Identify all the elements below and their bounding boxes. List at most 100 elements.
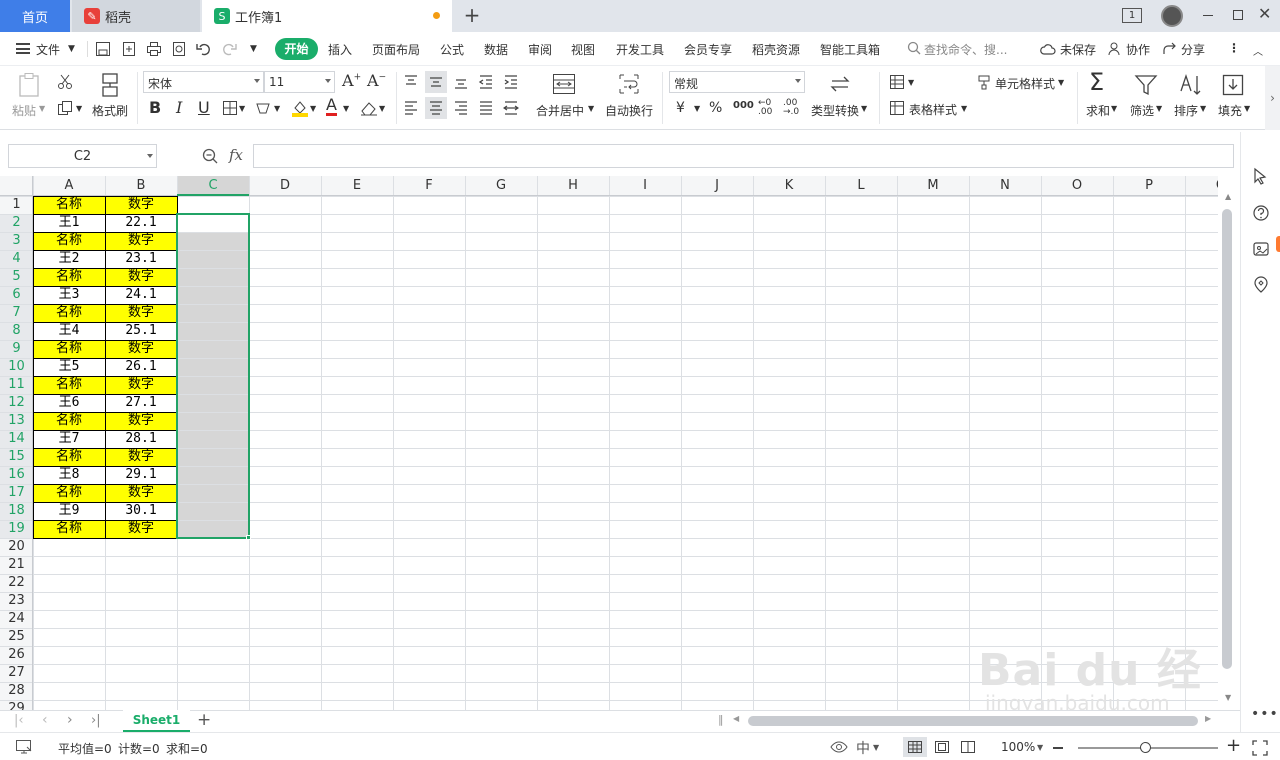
cell-b19[interactable]: 数字 — [105, 520, 177, 538]
column-header-g[interactable]: G — [465, 176, 537, 196]
border-icon[interactable] — [222, 100, 238, 116]
cell-a1[interactable]: 名称 — [33, 196, 105, 214]
cell-style-dropdown-icon[interactable]: ▼ — [1058, 78, 1064, 87]
column-header-n[interactable]: N — [969, 176, 1041, 196]
column-header-i[interactable]: I — [609, 176, 681, 196]
cell-a12[interactable]: 王6 — [33, 394, 105, 412]
cell-style-paint-icon[interactable] — [976, 74, 992, 90]
vertical-scroll-thumb[interactable] — [1222, 209, 1232, 669]
decrease-font-icon[interactable]: A− — [367, 71, 386, 90]
type-convert-button[interactable]: 类型转换 — [811, 102, 859, 119]
cell-a15[interactable]: 名称 — [33, 448, 105, 466]
column-header-q[interactable]: Q — [1185, 176, 1218, 196]
row-header-15[interactable]: 15 — [0, 448, 33, 466]
cell-a5[interactable]: 名称 — [33, 268, 105, 286]
merge-center-button[interactable]: 合并居中 — [536, 102, 584, 119]
row-header-10[interactable]: 10 — [0, 358, 33, 376]
more-dots-icon[interactable]: ••• — [1251, 706, 1279, 722]
format-painter-icon[interactable] — [99, 72, 121, 98]
insert-function-icon[interactable]: fx — [229, 146, 243, 164]
sum-dropdown-icon[interactable]: ▼ — [1111, 104, 1117, 113]
cell-b14[interactable]: 28.1 — [105, 430, 177, 448]
cell-a16[interactable]: 王8 — [33, 466, 105, 484]
print-icon[interactable] — [146, 41, 162, 57]
cell-a18[interactable]: 王9 — [33, 502, 105, 520]
scroll-down-icon[interactable]: ▼ — [1225, 693, 1231, 702]
cell-b12[interactable]: 27.1 — [105, 394, 177, 412]
decrease-decimal-icon[interactable]: .00 →.0 — [783, 99, 799, 117]
paste-icon[interactable] — [16, 72, 42, 98]
fill-handle[interactable] — [246, 535, 251, 540]
row-header-8[interactable]: 8 — [0, 322, 33, 340]
cell-a6[interactable]: 王3 — [33, 286, 105, 304]
column-header-f[interactable]: F — [393, 176, 465, 196]
border-dropdown-icon[interactable]: ▼ — [239, 104, 245, 113]
align-left-icon[interactable] — [403, 100, 419, 116]
normal-view-icon[interactable] — [907, 740, 923, 754]
column-header-m[interactable]: M — [897, 176, 969, 196]
collaborate-button[interactable]: 协作 — [1126, 41, 1150, 58]
sort-button[interactable]: 排序 — [1174, 102, 1198, 119]
font-color-icon[interactable]: A — [326, 96, 337, 116]
split-handle-icon[interactable]: ‖ — [718, 713, 724, 726]
cell-b11[interactable]: 数字 — [105, 376, 177, 394]
notification-tab[interactable] — [1276, 236, 1280, 252]
type-convert-icon[interactable] — [828, 73, 852, 95]
row-header-4[interactable]: 4 — [0, 250, 33, 268]
cell-style-icon[interactable] — [255, 100, 273, 116]
language-icon[interactable]: 中 — [856, 738, 870, 758]
paste-button[interactable]: 粘贴 — [12, 102, 36, 119]
quick-access-more-icon[interactable]: ▼ — [250, 44, 257, 54]
row-header-6[interactable]: 6 — [0, 286, 33, 304]
thousands-separator-icon[interactable]: 000 — [733, 100, 754, 111]
image-tool-icon[interactable] — [1252, 240, 1270, 258]
column-header-b[interactable]: B — [105, 176, 177, 196]
cell-b2[interactable]: 22.1 — [105, 214, 177, 232]
eye-protection-icon[interactable] — [830, 740, 848, 754]
tab-workbook[interactable]: S 工作簿1 — [202, 0, 452, 32]
row-header-3[interactable]: 3 — [0, 232, 33, 250]
cell-a9[interactable]: 名称 — [33, 340, 105, 358]
cell-a7[interactable]: 名称 — [33, 304, 105, 322]
menu-member[interactable]: 会员专享 — [684, 41, 732, 58]
page-break-view-icon[interactable] — [960, 740, 976, 754]
row-header-26[interactable]: 26 — [0, 646, 33, 664]
table-style-dropdown-icon[interactable]: ▼ — [961, 104, 967, 113]
cell-a4[interactable]: 王2 — [33, 250, 105, 268]
export-pdf-icon[interactable] — [121, 41, 137, 57]
collapse-ribbon-icon[interactable]: ︿ — [1253, 43, 1263, 58]
row-header-13[interactable]: 13 — [0, 412, 33, 430]
row-header-18[interactable]: 18 — [0, 502, 33, 520]
percent-icon[interactable]: % — [709, 100, 722, 116]
fill-color-dropdown-icon[interactable]: ▼ — [310, 104, 316, 113]
next-sheet-icon[interactable]: › — [67, 712, 73, 728]
horizontal-scroll-thumb[interactable] — [748, 716, 1198, 726]
zoom-dropdown-icon[interactable]: ▼ — [1037, 743, 1043, 752]
spreadsheet-grid[interactable]: ABCDEFGHIJKLMNOPQ 1234567891011121314151… — [0, 176, 1218, 710]
language-dropdown-icon[interactable]: ▼ — [873, 743, 879, 752]
close-icon[interactable]: ✕ — [1258, 4, 1271, 23]
row-header-1[interactable]: 1 — [0, 196, 33, 214]
save-icon[interactable] — [95, 41, 111, 57]
cell-a10[interactable]: 王5 — [33, 358, 105, 376]
copy-icon[interactable] — [57, 100, 73, 116]
increase-decimal-icon[interactable]: ←0.00 — [758, 99, 772, 117]
number-format-select[interactable]: 常规 — [669, 71, 805, 93]
column-header-d[interactable]: D — [249, 176, 321, 196]
row-header-11[interactable]: 11 — [0, 376, 33, 394]
table-style-icon[interactable] — [889, 100, 905, 116]
eraser-icon[interactable] — [360, 100, 378, 116]
justify-icon[interactable] — [478, 100, 494, 116]
name-box[interactable]: C2 — [8, 144, 157, 168]
prev-sheet-icon[interactable]: ‹ — [42, 712, 48, 728]
tab-home[interactable]: 首页 — [0, 0, 70, 32]
filter-icon[interactable] — [1134, 73, 1158, 97]
row-header-22[interactable]: 22 — [0, 574, 33, 592]
menu-data[interactable]: 数据 — [484, 41, 508, 58]
column-header-h[interactable]: H — [537, 176, 609, 196]
column-header-k[interactable]: K — [753, 176, 825, 196]
print-preview-icon[interactable] — [171, 41, 187, 57]
page-layout-view-icon[interactable] — [934, 740, 950, 754]
cell-b7[interactable]: 数字 — [105, 304, 177, 322]
sum-button[interactable]: 求和 — [1086, 102, 1110, 119]
